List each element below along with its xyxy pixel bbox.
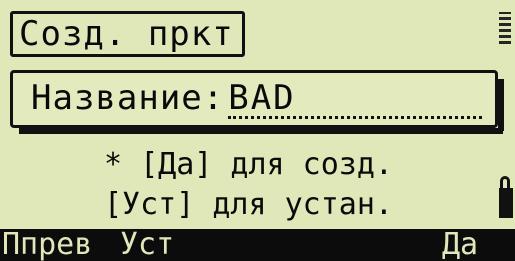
hint-create: * [Да] для созд. xyxy=(104,147,393,182)
softkey-previous[interactable]: Ппрев xyxy=(2,229,92,261)
name-input-panel: Название: BAD xyxy=(10,70,504,134)
name-input[interactable]: BAD xyxy=(228,81,483,119)
softkey-bar: Ппрев Уст Да xyxy=(0,229,515,261)
page-title: Созд. пркт xyxy=(10,11,245,57)
lcd-screen: Созд. пркт Название: BAD * [Да] для созд… xyxy=(0,0,515,261)
page-title-text: Созд. пркт xyxy=(19,14,234,54)
hint-set: [Уст] для устан. xyxy=(104,187,393,222)
lock-shackle xyxy=(500,176,510,188)
name-field-label: Название: xyxy=(31,78,225,118)
scroll-indicator-icon xyxy=(499,12,511,44)
lock-body xyxy=(499,188,513,218)
name-field-row: Название: BAD xyxy=(31,78,483,119)
softkey-set[interactable]: Уст xyxy=(120,229,174,261)
lock-icon xyxy=(499,176,513,218)
softkey-yes[interactable]: Да xyxy=(442,229,478,261)
